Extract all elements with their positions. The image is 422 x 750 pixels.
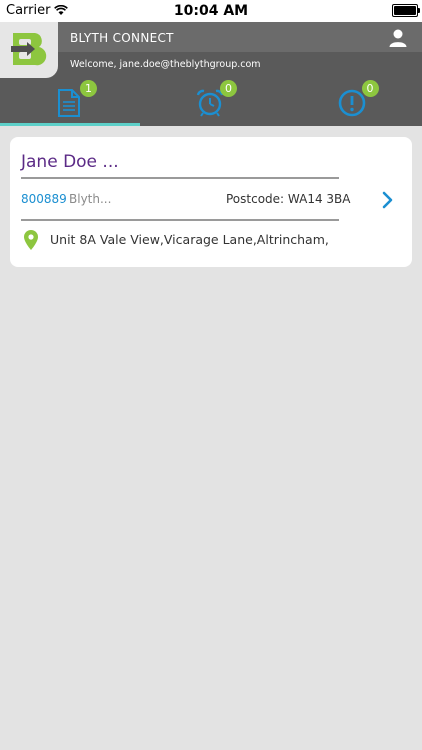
job-card[interactable]: Jane Doe ... 800889 Blyth... Postcode: W… — [10, 137, 412, 267]
tab-jobs-icon-wrap: 1 — [53, 80, 97, 118]
tab-bar: 1 0 0 — [0, 78, 422, 126]
app-header: BLYTH CONNECT Welcome, jane.doe@theblyth… — [0, 22, 422, 78]
map-pin-icon — [24, 230, 38, 250]
customer-name: Jane Doe ... — [21, 152, 119, 172]
divider — [21, 219, 339, 221]
postcode-value: WA14 3BA — [287, 192, 351, 206]
address-text: Unit 8A Vale View,Vicarage Lane,Altrinch… — [50, 232, 329, 247]
tab-scheduled[interactable]: 0 — [140, 78, 280, 126]
tab-alerts-badge: 0 — [361, 80, 379, 97]
tab-scheduled-icon-wrap: 0 — [193, 80, 237, 118]
app-title: BLYTH CONNECT — [70, 31, 174, 45]
chevron-right-icon[interactable] — [381, 190, 395, 210]
tab-jobs-badge: 1 — [80, 80, 97, 97]
postcode-label: Postcode: — [226, 192, 285, 206]
postcode-row: Postcode: WA14 3BA — [226, 192, 351, 206]
divider — [21, 177, 339, 179]
tab-alerts-icon-wrap: 0 — [335, 80, 379, 118]
site-name: Blyth... — [69, 192, 112, 206]
tab-alerts[interactable]: 0 — [281, 78, 422, 126]
status-time: 10:04 AM — [173, 3, 249, 19]
status-bar: Carrier 10:04 AM — [0, 0, 422, 22]
welcome-text: Welcome, jane.doe@theblythgroup.com — [70, 59, 261, 70]
tab-scheduled-badge: 0 — [220, 80, 237, 97]
app-logo — [0, 22, 58, 78]
user-icon — [389, 29, 407, 47]
document-icon — [58, 89, 80, 117]
header-top-band — [0, 22, 422, 52]
job-details-row: 800889 Blyth... Postcode: WA14 3BA — [21, 190, 401, 210]
job-number: 800889 — [21, 192, 67, 206]
address-row: Unit 8A Vale View,Vicarage Lane,Altrinch… — [21, 229, 401, 251]
battery-icon — [392, 4, 420, 17]
tab-jobs[interactable]: 1 — [0, 78, 140, 126]
profile-button[interactable] — [388, 28, 408, 48]
blyth-logo-icon — [11, 33, 47, 66]
active-tab-indicator — [0, 123, 140, 126]
